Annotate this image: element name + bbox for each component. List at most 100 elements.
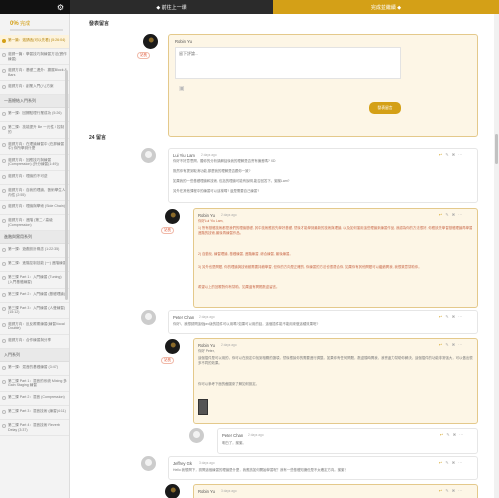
page-scrollbar[interactable] <box>494 14 499 498</box>
reply-icon[interactable]: ↩ <box>439 314 442 319</box>
edit-icon[interactable]: ✎ <box>445 342 448 347</box>
sidebar-lesson-item[interactable]: 第一課：混音的基礎練習 (3:47) <box>0 362 69 376</box>
reply-icon[interactable]: ↩ <box>439 152 442 157</box>
sidebar-lesson-item[interactable]: 第二課：進階控制技能 (一) 進階練習 <box>0 258 69 273</box>
lesson-title: 邀請方向：理論與學術 (Side Chain) <box>8 204 65 209</box>
sidebar-lesson-item[interactable]: 第三課 Part 2：入門練習 (基礎理論) <box>0 289 69 303</box>
sidebar-lesson-item[interactable]: 邀請方向：進階 (第二 / 高級 (Compression) <box>0 215 69 232</box>
more-icon[interactable]: ⋯ <box>458 460 462 465</box>
sidebar-lesson-item[interactable]: 邀請方向：基礎二連外：擴展Block & Bars <box>0 65 69 82</box>
course-sidebar: 0% 完成 第一篇：邀請函(可以先看) (5:26:04) 邀請一篇：學習技巧與練… <box>0 14 70 498</box>
lesson-status-icon <box>2 248 6 253</box>
sidebar-lesson-item[interactable]: 邀請方向：在理論練習中 (在那練習中) 你所學到什麼 <box>0 139 69 155</box>
edit-icon[interactable]: ✎ <box>445 314 448 319</box>
comment-author: Robin Yu <box>198 343 215 348</box>
sidebar-lesson-item[interactable]: 邀請方向：回應技巧與練習 (Compression) (外分練習(1:49)) <box>0 155 69 171</box>
lesson-status-icon <box>2 306 6 311</box>
comment-actions: ↩ ✎ ✖ ⋯ <box>439 212 462 217</box>
sidebar-lesson-item[interactable]: 邀請方向：合作練習與分享 <box>0 335 69 349</box>
comment-input[interactable] <box>175 47 401 79</box>
edit-icon[interactable]: ✎ <box>446 432 449 437</box>
edit-icon[interactable]: ✎ <box>445 152 448 157</box>
sidebar-lesson-item[interactable]: 第一篇：邀請函(可以先看) (5:26:04) <box>0 35 69 49</box>
sidebar-lesson-item[interactable]: 第三課 Part 1：入門練習 (Tuning) (入門基礎練習) <box>0 272 69 289</box>
sidebar-lesson-item[interactable]: 邀請一篇：學習技巧與練習方法(實作練習) <box>0 49 69 66</box>
lesson-status-icon <box>2 219 6 224</box>
comments-section-title: 發表留言 <box>89 21 110 27</box>
comment-text: Hello 我想問下，請問這個練習的理論是什麼，我應該如何開始學習呢？我有一些基… <box>173 468 348 472</box>
lesson-status-icon <box>2 174 6 179</box>
lesson-title: 邀請方向：基礎二連外：擴展Block & Bars <box>8 68 67 77</box>
lesson-title: 第一課：遊戲設計概念 (1:22:35) <box>8 247 60 252</box>
edit-icon[interactable]: ✎ <box>445 488 448 493</box>
delete-icon[interactable]: ✖ <box>452 342 455 347</box>
avatar <box>165 209 180 224</box>
avatar <box>165 484 180 498</box>
lesson-status-icon <box>2 262 6 267</box>
sidebar-lesson-item[interactable]: 第二課 Part 4：混音技術 Reverb Delay (3:37) <box>0 420 69 437</box>
delete-icon[interactable]: ✖ <box>452 314 455 319</box>
admin-badge: 站長 <box>161 227 174 234</box>
admin-badge: 站長 <box>161 357 174 364</box>
delete-icon[interactable]: ✖ <box>453 432 456 437</box>
sidebar-lesson-item[interactable]: 邀請方向：理論與學術 (Side Chain) <box>0 201 69 216</box>
delete-icon[interactable]: ✖ <box>452 488 455 493</box>
reply-card: Robin Yu 3 days ago ↩ ✎ ✖ ⋯ <box>193 484 478 498</box>
reply-icon[interactable]: ↩ <box>439 212 442 217</box>
settings-button[interactable]: ⚙ <box>0 0 70 14</box>
progress-value: 0% <box>10 21 19 27</box>
comment-card: Lui Yiu Lam 2 days ago ↩ ✎ ✖ ⋯ 你好不好意思問，聽你的分… <box>168 148 478 203</box>
lesson-title: 第一課：混音的基礎練習 (3:47) <box>8 364 58 369</box>
image-icon[interactable]: ▣ <box>179 85 185 92</box>
sidebar-lesson-item[interactable]: 第一課：遊戲設計概念 (1:22:35) <box>0 244 69 259</box>
sidebar-lesson-item[interactable]: 邀請方向：自我的理論，藝術學生人內性 (2:55) <box>0 185 69 202</box>
submit-comment-button[interactable]: 發表留言 <box>369 102 401 114</box>
reply-icon[interactable]: ↩ <box>440 432 443 437</box>
sidebar-scrollbar[interactable] <box>65 70 68 300</box>
sidebar-lesson-item[interactable]: 第二課 Part 1：混音的系統 Mixing 多 Gain Staging 練… <box>0 376 69 393</box>
comment-author: Jeffrey Gk <box>173 461 193 466</box>
comment-author: Robin Yu <box>198 489 215 494</box>
reply-icon[interactable]: ↩ <box>439 460 442 465</box>
more-icon[interactable]: ⋯ <box>458 342 462 347</box>
edit-icon[interactable]: ✎ <box>445 212 448 217</box>
delete-icon[interactable]: ✖ <box>452 212 455 217</box>
page-scrollbar-thumb[interactable] <box>495 134 498 164</box>
avatar <box>141 310 156 325</box>
more-icon[interactable]: ⋯ <box>458 152 462 157</box>
sidebar-lesson-item[interactable]: 邀請方向：創業入門(八)方案 <box>0 81 69 96</box>
more-icon[interactable]: ⋯ <box>458 212 462 217</box>
complete-and-continue-button[interactable]: 完成並繼續 ◆ <box>273 0 499 14</box>
delete-icon[interactable]: ✖ <box>452 460 455 465</box>
reply-icon[interactable]: ↩ <box>439 488 442 493</box>
comment-card: Jeffrey Gk 3 days ago ↩ ✎ ✖ ⋯ Hello 我想問下，請問… <box>168 456 478 480</box>
lesson-status-icon <box>2 126 6 131</box>
attached-screenshot[interactable] <box>198 399 208 415</box>
sidebar-lesson-item[interactable]: 第二課 Part 3：混音技術 (練習(4:11) <box>0 406 69 421</box>
lesson-status-icon <box>2 276 6 281</box>
lesson-title: 邀請方向：合作練習與分享 <box>8 337 52 342</box>
more-icon[interactable]: ⋯ <box>458 488 462 493</box>
comment-card: Peter Chan 2 days ago ↩ ✎ ✖ ⋯ 你好!，我想請問這個pro… <box>168 310 478 334</box>
comment-actions: ↩ ✎ ✖ ⋯ <box>439 152 462 157</box>
sidebar-lesson-item[interactable]: 邀請方向：理論的不可逆 <box>0 171 69 185</box>
sidebar-lesson-item[interactable]: 第三課 Part 3：入門練習 (人聲練習) (15:12) <box>0 303 69 319</box>
previous-lesson-label: ◆ 前往上一课 <box>156 4 187 11</box>
comments-area: 發表留言 站長 Robin Yu ▣ 發表留言 24 留言 Lui Yiu La… <box>71 14 499 498</box>
reply-icon[interactable]: ↩ <box>439 342 442 347</box>
avatar <box>165 339 180 354</box>
sidebar-lesson-item[interactable]: 第二課：技能提升 Be 一元性 / 控制的 <box>0 122 69 139</box>
complete-continue-label: 完成並繼續 ◆ <box>370 4 402 11</box>
comment-text: 你好不好意思問，聽你的分析講解話後我的理解是否會有偏差嗎? XD <box>173 159 276 163</box>
more-icon[interactable]: ⋯ <box>459 432 463 437</box>
delete-icon[interactable]: ✖ <box>452 152 455 157</box>
edit-icon[interactable]: ✎ <box>445 460 448 465</box>
more-icon[interactable]: ⋯ <box>458 314 462 319</box>
previous-lesson-button[interactable]: ◆ 前往上一课 <box>70 0 273 14</box>
sidebar-lesson-item[interactable]: 第一課：回歸點理行業成功 (5:26) <box>0 108 69 123</box>
avatar <box>143 34 158 49</box>
sidebar-lesson-item[interactable]: 第二課 Part 2：混音 (Compression) <box>0 392 69 407</box>
lesson-status-icon <box>2 396 6 401</box>
sidebar-lesson-item[interactable]: 邀請方向：反反覆覆練習(練習Vocal Double) <box>0 319 69 335</box>
sidebar-section-title: 一直總結入門系列 <box>0 95 69 109</box>
